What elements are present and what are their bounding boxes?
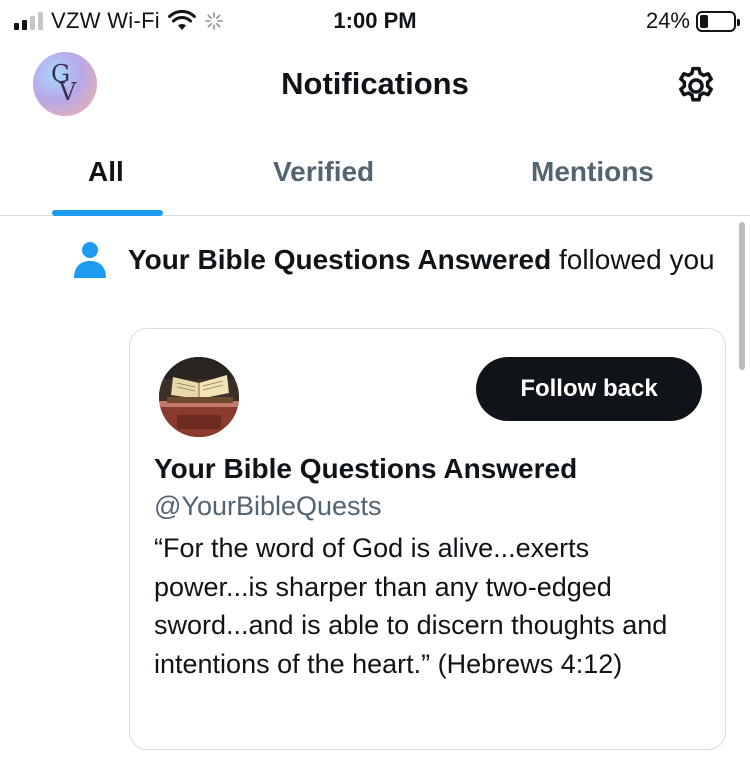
user-bio: “For the word of God is alive...exerts p… xyxy=(154,533,668,679)
header: G V Notifications xyxy=(0,44,750,126)
user-handle[interactable]: @YourBibleQuests xyxy=(154,491,382,522)
user-display-name[interactable]: Your Bible Questions Answered xyxy=(154,453,577,485)
tab-mentions[interactable]: Mentions xyxy=(531,156,654,188)
notification-tabs: All Verified Mentions xyxy=(0,126,750,216)
status-time: 1:00 PM xyxy=(333,8,417,33)
user-avatar[interactable] xyxy=(159,357,239,437)
battery-fill xyxy=(700,14,708,28)
follow-back-button[interactable]: Follow back xyxy=(476,357,702,421)
tab-all[interactable]: All xyxy=(88,156,124,188)
status-right: 24% xyxy=(645,8,740,34)
gear-icon[interactable] xyxy=(674,64,718,108)
notification-text: Your Bible Questions Answered followed y… xyxy=(128,240,718,280)
person-icon xyxy=(74,242,106,278)
page-title: Notifications xyxy=(281,66,469,101)
status-bar: VZW Wi-Fi 1:00 PM 24% xyxy=(0,0,750,44)
notification-actor[interactable]: Your Bible Questions Answered xyxy=(128,244,551,275)
battery-percent: 24% xyxy=(645,8,690,33)
notification-item[interactable]: Your Bible Questions Answered followed y… xyxy=(0,216,750,767)
tab-verified[interactable]: Verified xyxy=(273,156,374,188)
bible-book-image xyxy=(159,357,239,437)
user-card[interactable]: Follow back Your Bible Questions Answere… xyxy=(129,328,726,750)
battery-icon xyxy=(696,10,740,32)
notification-action: followed you xyxy=(551,244,715,275)
